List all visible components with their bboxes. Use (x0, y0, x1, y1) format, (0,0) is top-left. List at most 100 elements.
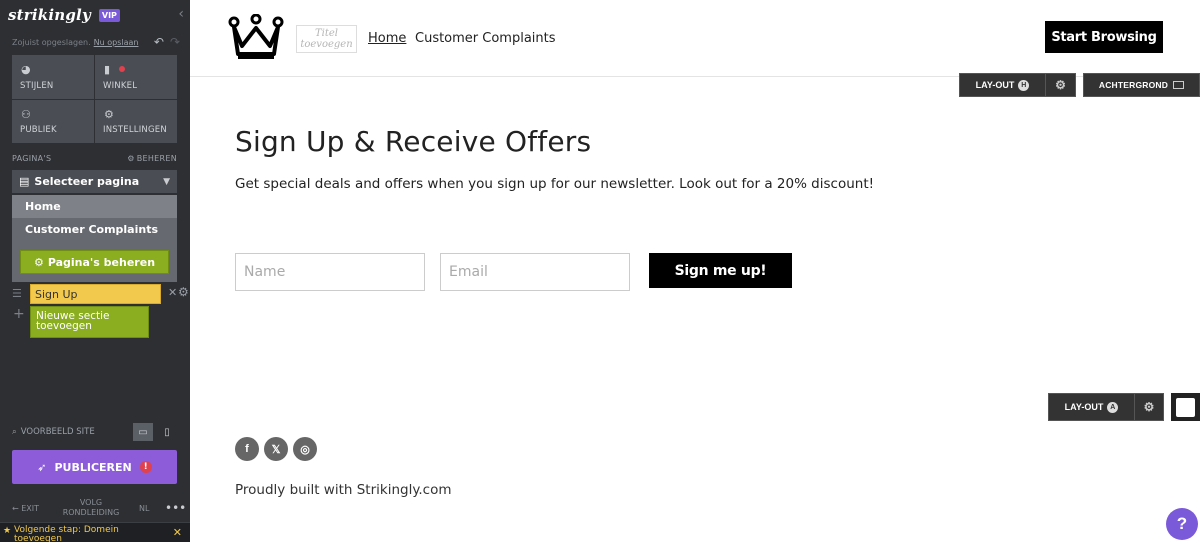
tile-store[interactable]: ▮ WINKEL (95, 55, 177, 99)
search-icon: ⌕ (12, 427, 17, 437)
sign-me-up-button[interactable]: Sign me up! (649, 253, 792, 288)
strikingly-logo: strikingly (8, 6, 91, 24)
add-section-row: + Nieuwe sectie toevoegen (12, 306, 152, 338)
crown-logo-icon[interactable] (228, 14, 284, 62)
app: strikingly VIP ‹ Zojuist opgeslagen. Nu … (0, 0, 1200, 542)
x-icon[interactable]: 𝕏 (264, 437, 288, 461)
social-links: f 𝕏 ◎ (235, 437, 317, 461)
publish-alert-badge: ! (139, 461, 152, 473)
pages-label: PAGINA'S (12, 154, 52, 163)
site-navbar: Titel toevoegen Home Customer Complaints… (190, 0, 1200, 77)
nav-link-customer-complaints[interactable]: Customer Complaints (415, 31, 556, 46)
publish-label: PUBLICEREN (54, 460, 132, 474)
square-tool-button[interactable] (1171, 393, 1200, 421)
section-sign-up[interactable]: Sign Up (30, 284, 161, 304)
section-item: ☰ Sign Up ✕ ⚙ (12, 284, 189, 304)
add-section-button[interactable]: Nieuwe sectie toevoegen (30, 306, 149, 338)
site-preview: Titel toevoegen Home Customer Complaints… (190, 0, 1200, 542)
logo-row: strikingly VIP (8, 6, 120, 24)
manage-pages-button[interactable]: ⚙ Pagina's beheren (20, 250, 169, 274)
help-button[interactable]: ? (1166, 508, 1198, 540)
exit-button[interactable]: ← EXIT (12, 504, 39, 513)
site-title-placeholder[interactable]: Titel toevoegen (296, 25, 357, 53)
email-input[interactable]: Email (440, 253, 630, 291)
gear-icon[interactable]: ⚙ (178, 285, 189, 299)
tile-label: STIJLEN (20, 80, 54, 91)
background-label: ACHTERGROND (1098, 80, 1169, 90)
undo-icon[interactable]: ↶ (154, 35, 164, 49)
instagram-icon[interactable]: ◎ (293, 437, 317, 461)
language-selector[interactable]: NL (139, 504, 149, 513)
background-button[interactable]: ACHTERGROND (1083, 73, 1200, 97)
square-icon (1176, 397, 1195, 417)
nav-link-home[interactable]: Home (368, 31, 406, 46)
section-heading: Sign Up & Receive Offers (235, 125, 592, 158)
arrow-left-icon: ← (12, 504, 19, 513)
save-now-link[interactable]: Nu opslaan (94, 38, 139, 47)
image-icon (1173, 81, 1185, 89)
tile-label: INSTELLINGEN (103, 125, 167, 135)
vip-badge: VIP (98, 8, 120, 22)
page-item-customer-complaints[interactable]: Customer Complaints (12, 218, 177, 241)
tile-styles[interactable]: ◕ STIJLEN (12, 55, 94, 99)
next-step-text: Volgende stap: Domein toevoegen (14, 525, 119, 542)
preview-row: ⌕ VOORBEELD SITE ▭ ▯ (12, 423, 177, 441)
manage-pages-link[interactable]: ⚙ BEHEREN (127, 154, 177, 163)
gear-icon: ⚙ (127, 154, 135, 163)
name-input[interactable]: Name (235, 253, 425, 291)
next-step-banner[interactable]: ★ Volgende stap: Domein toevoegen ✕ (0, 522, 190, 542)
tile-label: WINKEL (103, 80, 138, 91)
tour-button[interactable]: VOLG RONDLEIDING (57, 498, 125, 518)
start-browsing-button[interactable]: Start Browsing (1045, 21, 1163, 53)
plus-icon: + (13, 306, 25, 322)
mobile-icon[interactable]: ▯ (157, 423, 177, 441)
page-item-home[interactable]: Home (12, 195, 177, 218)
close-icon[interactable]: ✕ (173, 527, 182, 538)
layout-badge: A (1107, 401, 1119, 413)
close-icon[interactable]: ✕ (168, 286, 177, 299)
layout-label: LAY-OUT (1064, 402, 1104, 412)
section-subtext: Get special deals and offers when you si… (235, 176, 875, 192)
exit-label: EXIT (21, 504, 40, 513)
drag-handle-icon[interactable]: ☰ (12, 287, 22, 300)
more-icon[interactable]: ••• (165, 501, 186, 515)
footer-text: Proudly built with Strikingly.com (235, 482, 452, 498)
layout-button[interactable]: LAY-OUT A (1049, 394, 1135, 420)
layout-button[interactable]: LAY-OUT H (960, 74, 1046, 96)
shopping-bag-icon: ▮ (104, 63, 111, 76)
people-icon: ⚇ (21, 107, 31, 121)
layout-label: LAY-OUT (975, 80, 1015, 90)
page-select-dropdown[interactable]: ▤ Selecteer pagina ▼ (12, 170, 177, 193)
gear-icon[interactable]: ⚙ (1135, 400, 1163, 414)
rocket-icon: ➶ (37, 460, 47, 474)
gear-icon: ⚙ (33, 255, 44, 269)
preview-site-link[interactable]: VOORBEELD SITE (21, 427, 95, 437)
gear-icon: ⚙ (104, 107, 114, 121)
layout-toolbar-bottom: LAY-OUT A ⚙ (1048, 393, 1164, 421)
layout-toolbar-top: LAY-OUT H ⚙ (959, 73, 1076, 97)
editor-sidebar: strikingly VIP ‹ Zojuist opgeslagen. Nu … (0, 0, 190, 542)
page-icon: ▤ (19, 175, 30, 188)
chevron-down-icon: ▼ (163, 176, 170, 187)
save-status: Zojuist opgeslagen. Nu opslaan ↶ ↷ (12, 35, 180, 49)
sidebar-tools: ◕ STIJLEN ▮ WINKEL ⚇ PUBLIEK ⚙ INSTELLIN… (12, 55, 177, 143)
sidebar-bottom-bar: ← EXIT VOLG RONDLEIDING NL ••• (0, 496, 190, 522)
pages-header: PAGINA'S ⚙ BEHEREN (12, 154, 177, 163)
publish-button[interactable]: ➶ PUBLICEREN ! (12, 450, 177, 484)
saved-text: Zojuist opgeslagen. (12, 37, 91, 47)
undo-redo: ↶ ↷ (154, 35, 180, 49)
facebook-icon[interactable]: f (235, 437, 259, 461)
manage-pages-label: Pagina's beheren (47, 255, 156, 269)
desktop-icon[interactable]: ▭ (133, 423, 153, 441)
star-icon: ★ (3, 526, 12, 536)
redo-icon[interactable]: ↷ (170, 35, 180, 49)
notification-dot (119, 66, 125, 72)
collapse-sidebar-icon[interactable]: ‹ (178, 7, 184, 21)
tile-label: PUBLIEK (20, 125, 57, 135)
tile-audience[interactable]: ⚇ PUBLIEK (12, 99, 94, 143)
page-select-label: Selecteer pagina (34, 175, 140, 188)
manage-label: BEHEREN (136, 154, 177, 163)
tile-settings[interactable]: ⚙ INSTELLINGEN (95, 99, 177, 143)
device-toggle: ▭ ▯ (133, 423, 177, 441)
gear-icon[interactable]: ⚙ (1046, 74, 1075, 96)
